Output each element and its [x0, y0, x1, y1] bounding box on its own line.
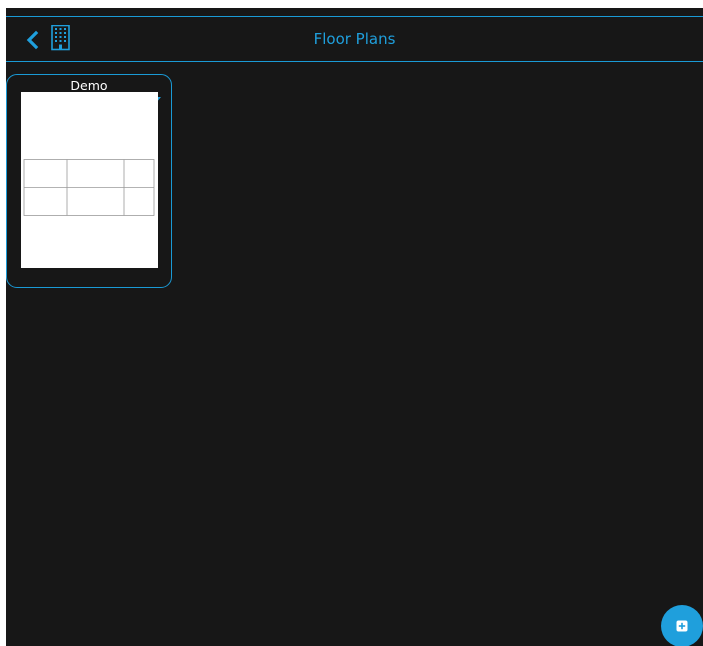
header-bar: Floor Plans — [6, 16, 703, 62]
page-title: Floor Plans — [313, 30, 396, 48]
add-square-icon — [676, 620, 688, 632]
floor-plan-card[interactable]: Demo — [6, 74, 172, 288]
app-window: Floor Plans Demo — [6, 8, 703, 646]
floor-plan-name: Demo — [70, 78, 108, 93]
add-floor-plan-button[interactable] — [661, 605, 703, 646]
floor-plan-thumbnail — [21, 92, 158, 268]
floor-plan-drawing — [23, 159, 155, 216]
